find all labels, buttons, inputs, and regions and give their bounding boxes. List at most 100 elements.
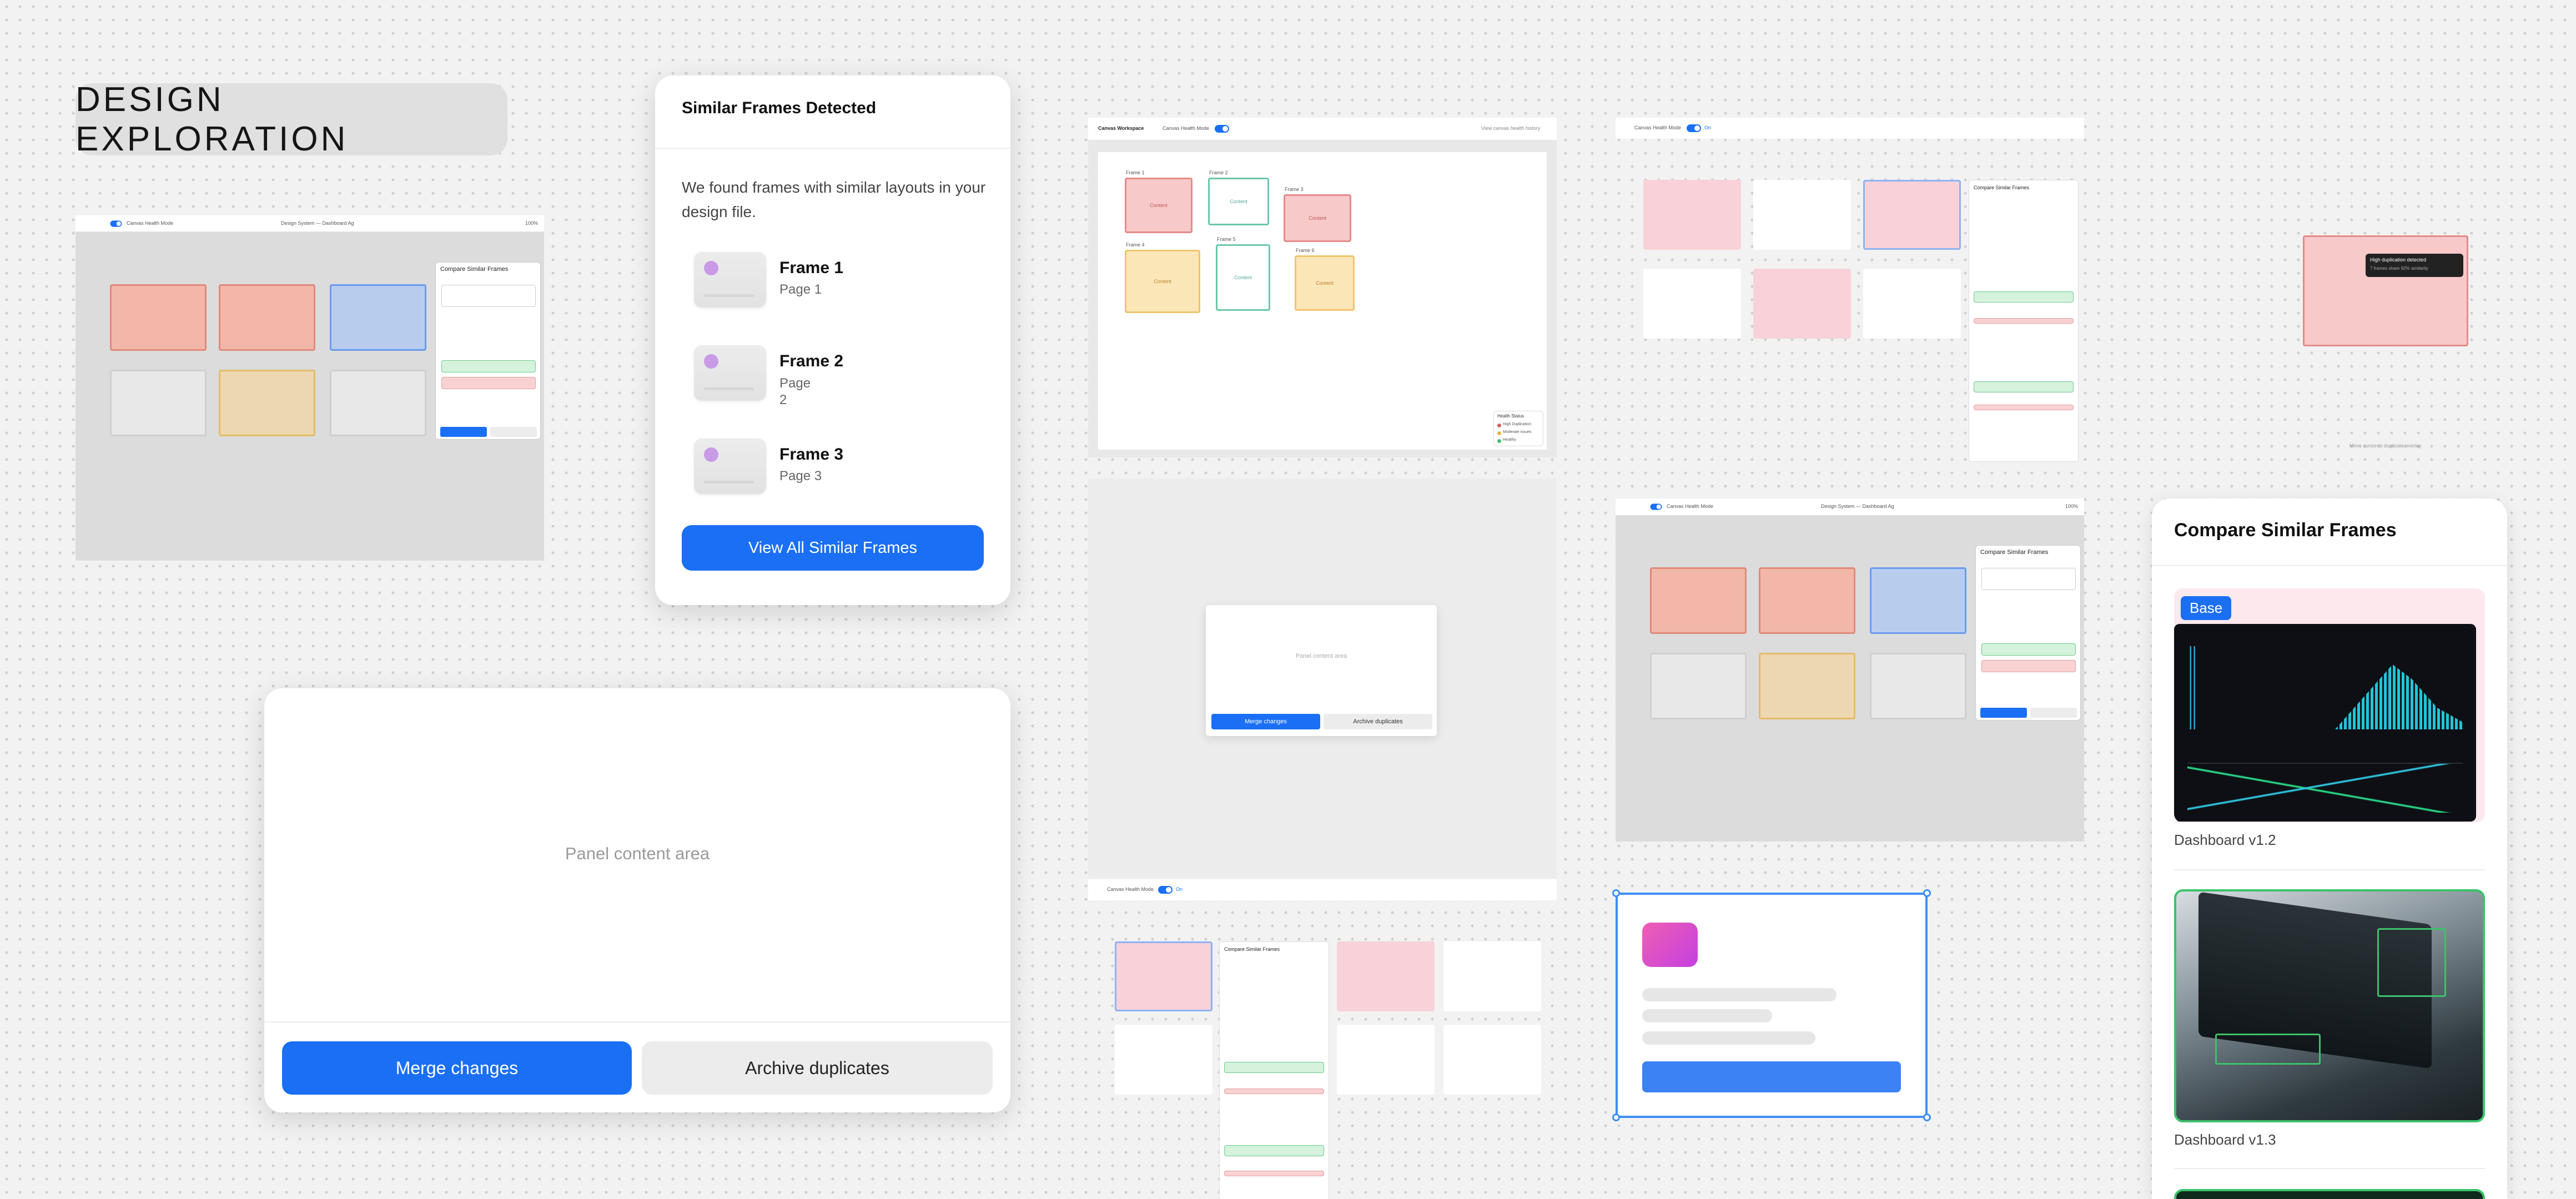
top-frame-2 <box>1753 180 1851 250</box>
mini-frame-red-2 <box>219 284 315 351</box>
top-compare-green <box>1974 291 2074 303</box>
gradient-avatar <box>1642 923 1698 967</box>
overlay-box <box>2377 928 2446 997</box>
selected-skeleton-card[interactable] <box>1612 889 1931 1121</box>
mini-zoom: 100% <box>2065 503 2079 509</box>
bottom-frame-6 <box>1443 1025 1541 1095</box>
top-frame-5 <box>1753 269 1851 339</box>
frame-name: Frame 2 <box>779 352 844 370</box>
workspace-frame: Content <box>1284 194 1351 242</box>
workspace-frame: Content <box>1125 178 1193 233</box>
health-bar-state: On <box>1176 886 1183 892</box>
chart-histogram <box>2335 664 2463 729</box>
small-merge-button[interactable]: Merge changes <box>1211 714 1320 729</box>
frame-item[interactable]: Frame 3 Page 3 <box>694 439 983 494</box>
thumbnail-line <box>704 387 754 390</box>
mini-frame-red-2 <box>1759 567 1855 634</box>
mini-panel-green <box>441 360 536 372</box>
skeleton-line <box>1642 988 1837 1001</box>
workspace-frame: Content <box>1125 250 1200 313</box>
legend-title: Health Status <box>1497 414 1525 419</box>
legend-item: High Duplication <box>1503 422 1531 426</box>
title-pill: DESIGN EXPLORATION <box>76 80 507 158</box>
mini-panel-red <box>1981 660 2076 672</box>
selection-handle[interactable] <box>1612 889 1620 897</box>
health-legend: Health Status High Duplication Moderate … <box>1493 411 1543 446</box>
bottom-compare-green-2 <box>1224 1145 1324 1156</box>
mini-panel-box <box>1981 568 2076 590</box>
frame-name: Frame 3 <box>779 445 844 464</box>
merge-changes-button[interactable]: Merge changes <box>282 1041 632 1095</box>
bottom-frame-1 <box>1115 941 1212 1011</box>
small-archive-button[interactable]: Archive duplicates <box>1324 714 1432 729</box>
health-bar-top: Canvas Health Mode On <box>1616 118 2084 139</box>
legend-item: Moderate issues <box>1503 430 1532 434</box>
mini-ui-screenshot: Canvas Health Mode Design System — Dashb… <box>76 215 544 561</box>
health-bar-toggle[interactable] <box>1158 886 1173 894</box>
mini-panel-green <box>1981 643 2076 656</box>
mini-archive-button <box>490 427 537 437</box>
mini-compare-panel: Compare Similar Frames <box>435 262 541 440</box>
workspace-topbar: Canvas Workspace Canvas Health Mode View… <box>1088 118 1557 140</box>
panel-divider <box>264 1021 1010 1022</box>
mini-health-label: Canvas Health Mode <box>1667 503 1714 509</box>
small-panel-area: Panel content area Merge changes Archive… <box>1088 478 1557 878</box>
bottom-frame-5 <box>1337 1025 1435 1095</box>
mini-file-title: Design System — Dashboard Ag <box>281 220 354 226</box>
compare-card-heading: Compare Similar Frames <box>2174 520 2397 541</box>
workspace-frame-label: Frame 3 <box>1285 187 1304 192</box>
view-all-similar-frames-button[interactable]: View All Similar Frames <box>682 525 984 571</box>
thumbnail-line <box>704 481 754 483</box>
chart-bars <box>2187 646 2315 729</box>
small-panel-placeholder: Panel content area <box>1295 653 1347 659</box>
top-compare-red-2 <box>1974 405 2074 410</box>
mini-merge-button <box>440 427 487 437</box>
mini-zoom: 100% <box>525 220 539 226</box>
mini-panel-title: Compare Similar Frames <box>1980 549 2049 556</box>
bottom-frame-4 <box>1115 1025 1212 1095</box>
bottom-compare-red <box>1224 1089 1324 1094</box>
top-frame-6 <box>1863 269 1961 339</box>
workspace-canvas: Frame 1 Content Frame 2 Content Frame 3 … <box>1098 152 1547 450</box>
health-bar-toggle[interactable] <box>1687 124 1701 132</box>
dashboard-preview-image[interactable] <box>2174 889 2485 1122</box>
top-frame-3 <box>1863 180 1961 250</box>
frame-name: Frame 1 <box>779 259 844 277</box>
duplication-tooltip: High duplication detected 7 frames share… <box>2366 254 2463 277</box>
top-compare-title: Compare Similar Frames <box>1974 185 2030 190</box>
mini-frame-yellow <box>219 370 315 436</box>
tooltip-title: High duplication detected <box>2370 257 2427 263</box>
workspace-health-toggle[interactable] <box>1215 125 1229 133</box>
mini-health-toggle <box>110 220 122 227</box>
mini-health-label: Canvas Health Mode <box>127 220 174 226</box>
health-screenshot-bottom: Canvas Health Mode On Compare Similar Fr… <box>1088 879 1557 1199</box>
dashboard-preview-image[interactable]: Base <box>2174 588 2485 823</box>
mini-frame-blue <box>1870 567 1966 634</box>
archive-duplicates-button[interactable]: Archive duplicates <box>642 1041 993 1095</box>
frame-item[interactable]: Frame 1 Page 1 <box>694 252 983 308</box>
duplication-overlay[interactable]: High duplication detected 7 frames share… <box>2303 235 2468 346</box>
frame-thumbnail <box>694 439 766 494</box>
compare-divider <box>2174 869 2485 870</box>
health-screenshot-top: Canvas Health Mode On Compare Similar Fr… <box>1616 118 2084 462</box>
selection-handle[interactable] <box>1923 889 1931 897</box>
health-bar-state: On <box>1704 125 1712 130</box>
skeleton-line <box>1642 1009 1772 1022</box>
frame-thumbnail <box>694 345 766 401</box>
workspace-frame: Content <box>1295 255 1355 311</box>
next-preview-image[interactable] <box>2174 1189 2485 1199</box>
hover-hint: Move cursor to duplicate overlay <box>2349 443 2422 449</box>
workspace-history-link[interactable]: View canvas health history <box>1481 125 1540 131</box>
workspace-frame: Content <box>1216 244 1270 311</box>
base-badge: Base <box>2181 596 2232 620</box>
mini-panel-title: Compare Similar Frames <box>440 266 509 273</box>
similar-frames-card: Similar Frames Detected We found frames … <box>655 75 1010 605</box>
workspace-frame: Content <box>1208 178 1269 225</box>
bottom-frame-2 <box>1337 941 1435 1011</box>
frame-item[interactable]: Frame 2 Page 2 <box>694 345 983 407</box>
workspace-frame-label: Frame 6 <box>1296 248 1315 253</box>
mini-file-title: Design System — Dashboard Ag <box>1821 503 1894 509</box>
selection-handle[interactable] <box>1923 1114 1931 1121</box>
selection-handle[interactable] <box>1612 1114 1620 1121</box>
mini-panel-red <box>441 377 536 389</box>
